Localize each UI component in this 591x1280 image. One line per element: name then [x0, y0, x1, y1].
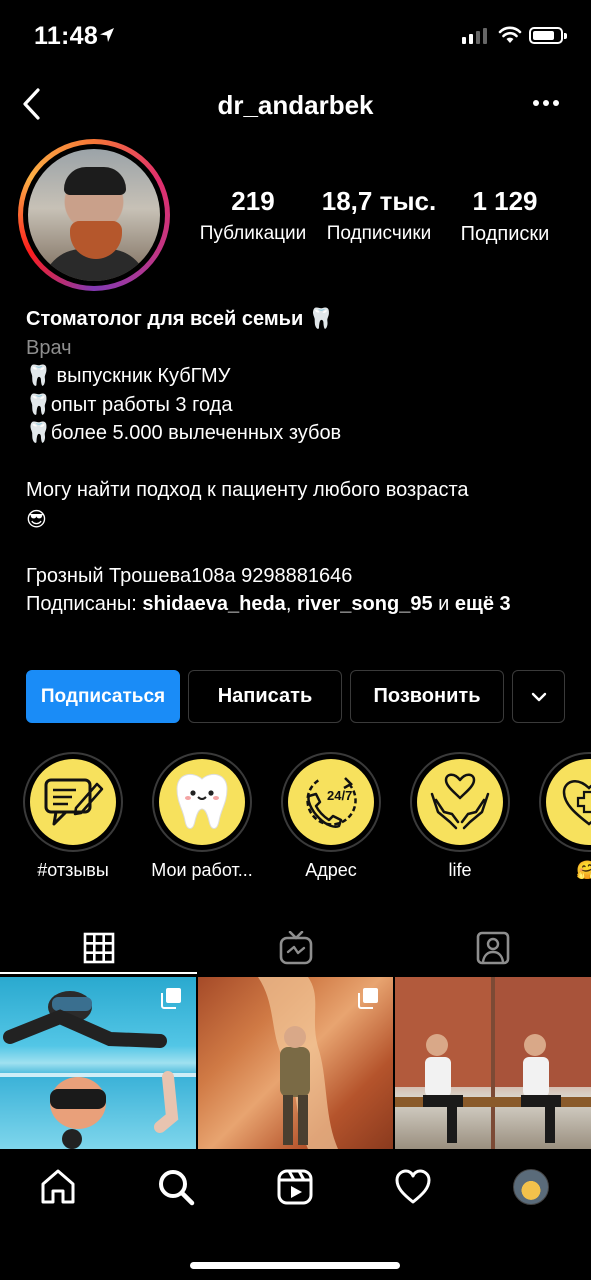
highlight-partial[interactable]: 🤗	[538, 752, 591, 881]
stat-posts[interactable]: 219 Публикации	[190, 186, 316, 246]
profile-header: dr_andarbek	[0, 78, 591, 130]
bio-line: 🦷более 5.000 вылеченных зубов	[26, 422, 342, 444]
followed-user-link[interactable]: shidaeva_heda	[142, 593, 285, 615]
svg-text:24/7: 24/7	[327, 788, 352, 803]
tab-posts-grid[interactable]	[0, 920, 197, 976]
medical-heart-icon	[562, 780, 591, 826]
story-highlights: #отзывы Мои работ... 24/7 Адрес life	[0, 752, 591, 887]
profile-avatar-story-ring[interactable]	[18, 139, 170, 291]
highlight-label: 🤗	[576, 860, 591, 881]
highlight-label: life	[448, 860, 472, 880]
tab-igtv[interactable]	[197, 920, 394, 976]
cellular-signal-icon	[462, 28, 487, 44]
reels-icon	[277, 1169, 313, 1205]
followed-user-link[interactable]: river_song_95	[297, 593, 433, 615]
profile-content-tabs	[0, 920, 591, 976]
highlight-reviews[interactable]: #отзывы	[22, 752, 124, 881]
followed-separator: ,	[285, 593, 297, 615]
bottom-navigation	[0, 1149, 591, 1280]
highlight-my-works[interactable]: Мои работ...	[151, 752, 253, 881]
nav-activity[interactable]	[393, 1167, 433, 1207]
active-tab-indicator	[0, 972, 197, 974]
hands-heart-icon	[430, 773, 490, 830]
grid-icon	[83, 932, 114, 964]
bench-photo	[395, 977, 591, 1149]
chevron-down-icon	[531, 692, 546, 701]
status-bar: 11:48	[0, 0, 591, 72]
search-icon	[159, 1170, 195, 1206]
bio-line: 🦷опыт работы 3 года	[26, 393, 233, 416]
followed-and: и	[432, 593, 455, 615]
stat-followers[interactable]: 18,7 тыс. Подписчики	[316, 186, 442, 246]
call-button[interactable]: Позвонить	[350, 670, 504, 723]
home-icon	[41, 1169, 75, 1204]
highlight-life[interactable]: life	[409, 752, 511, 881]
nav-reels[interactable]	[275, 1167, 315, 1207]
battery-icon	[529, 27, 567, 44]
post-thumbnail[interactable]	[0, 977, 196, 1149]
home-indicator	[190, 1262, 400, 1269]
highlight-address[interactable]: 24/7 Адрес	[280, 752, 382, 881]
page-title: dr_andarbek	[217, 90, 374, 120]
suggested-accounts-button[interactable]	[512, 670, 565, 723]
stat-value: 18,7 тыс.	[321, 186, 437, 216]
igtv-icon	[279, 931, 312, 965]
message-button[interactable]: Написать	[188, 670, 342, 723]
wifi-icon	[498, 26, 522, 43]
stat-label: Публикации	[199, 223, 307, 244]
profile-action-buttons: Подписаться Написать Позвонить	[26, 670, 565, 723]
profile-address[interactable]: Грозный Трошева108а 9298881646	[26, 562, 571, 591]
profile-stats: 219 Публикации 18,7 тыс. Подписчики 1 12…	[190, 186, 570, 246]
phone-24-7-icon: 24/7	[306, 777, 357, 828]
stat-value: 219	[231, 186, 275, 216]
nav-home[interactable]	[38, 1167, 78, 1207]
location-arrow-icon	[100, 28, 114, 42]
post-thumbnail[interactable]	[197, 977, 394, 1149]
profile-avatar	[513, 1169, 549, 1205]
follow-button[interactable]: Подписаться	[26, 670, 180, 723]
stat-label: Подписки	[460, 223, 550, 245]
multiple-photos-icon	[160, 988, 181, 1009]
tooth-face-icon	[176, 773, 228, 829]
bio-line: Могу найти подход к пациенту любого возр…	[26, 479, 469, 501]
posts-grid	[0, 977, 591, 1149]
multiple-photos-icon	[358, 988, 379, 1009]
bio-line: 🦷 выпускник КубГМУ	[26, 365, 231, 387]
profile-bio: Стоматолог для всей семьи 🦷 Врач 🦷 выпус…	[26, 305, 571, 619]
stat-following[interactable]: 1 129 Подписки	[442, 186, 568, 246]
tab-tagged[interactable]	[394, 920, 591, 976]
status-time: 11:48	[34, 22, 99, 50]
more-options-icon[interactable]	[533, 100, 559, 106]
bio-line: 😎	[26, 506, 47, 531]
followed-by-prefix: Подписаны:	[26, 593, 143, 615]
followed-more-link[interactable]: ещё 3	[455, 593, 511, 615]
nav-search[interactable]	[156, 1167, 196, 1207]
heart-icon	[395, 1169, 431, 1204]
stat-label: Подписчики	[326, 223, 432, 244]
followed-by[interactable]: Подписаны: shidaeva_heda, river_song_95 …	[26, 590, 571, 619]
profile-avatar	[28, 149, 160, 281]
highlight-label: Мои работ...	[151, 860, 253, 880]
stat-value: 1 129	[472, 186, 538, 216]
highlight-label: Адрес	[305, 860, 357, 880]
chat-pencil-icon	[44, 778, 104, 826]
profile-name: Стоматолог для всей семьи 🦷	[26, 308, 334, 330]
tagged-icon	[476, 931, 509, 965]
post-thumbnail[interactable]	[395, 977, 591, 1149]
profile-category: Врач	[26, 336, 72, 359]
nav-profile[interactable]	[511, 1167, 551, 1207]
highlight-label: #отзывы	[37, 860, 109, 880]
